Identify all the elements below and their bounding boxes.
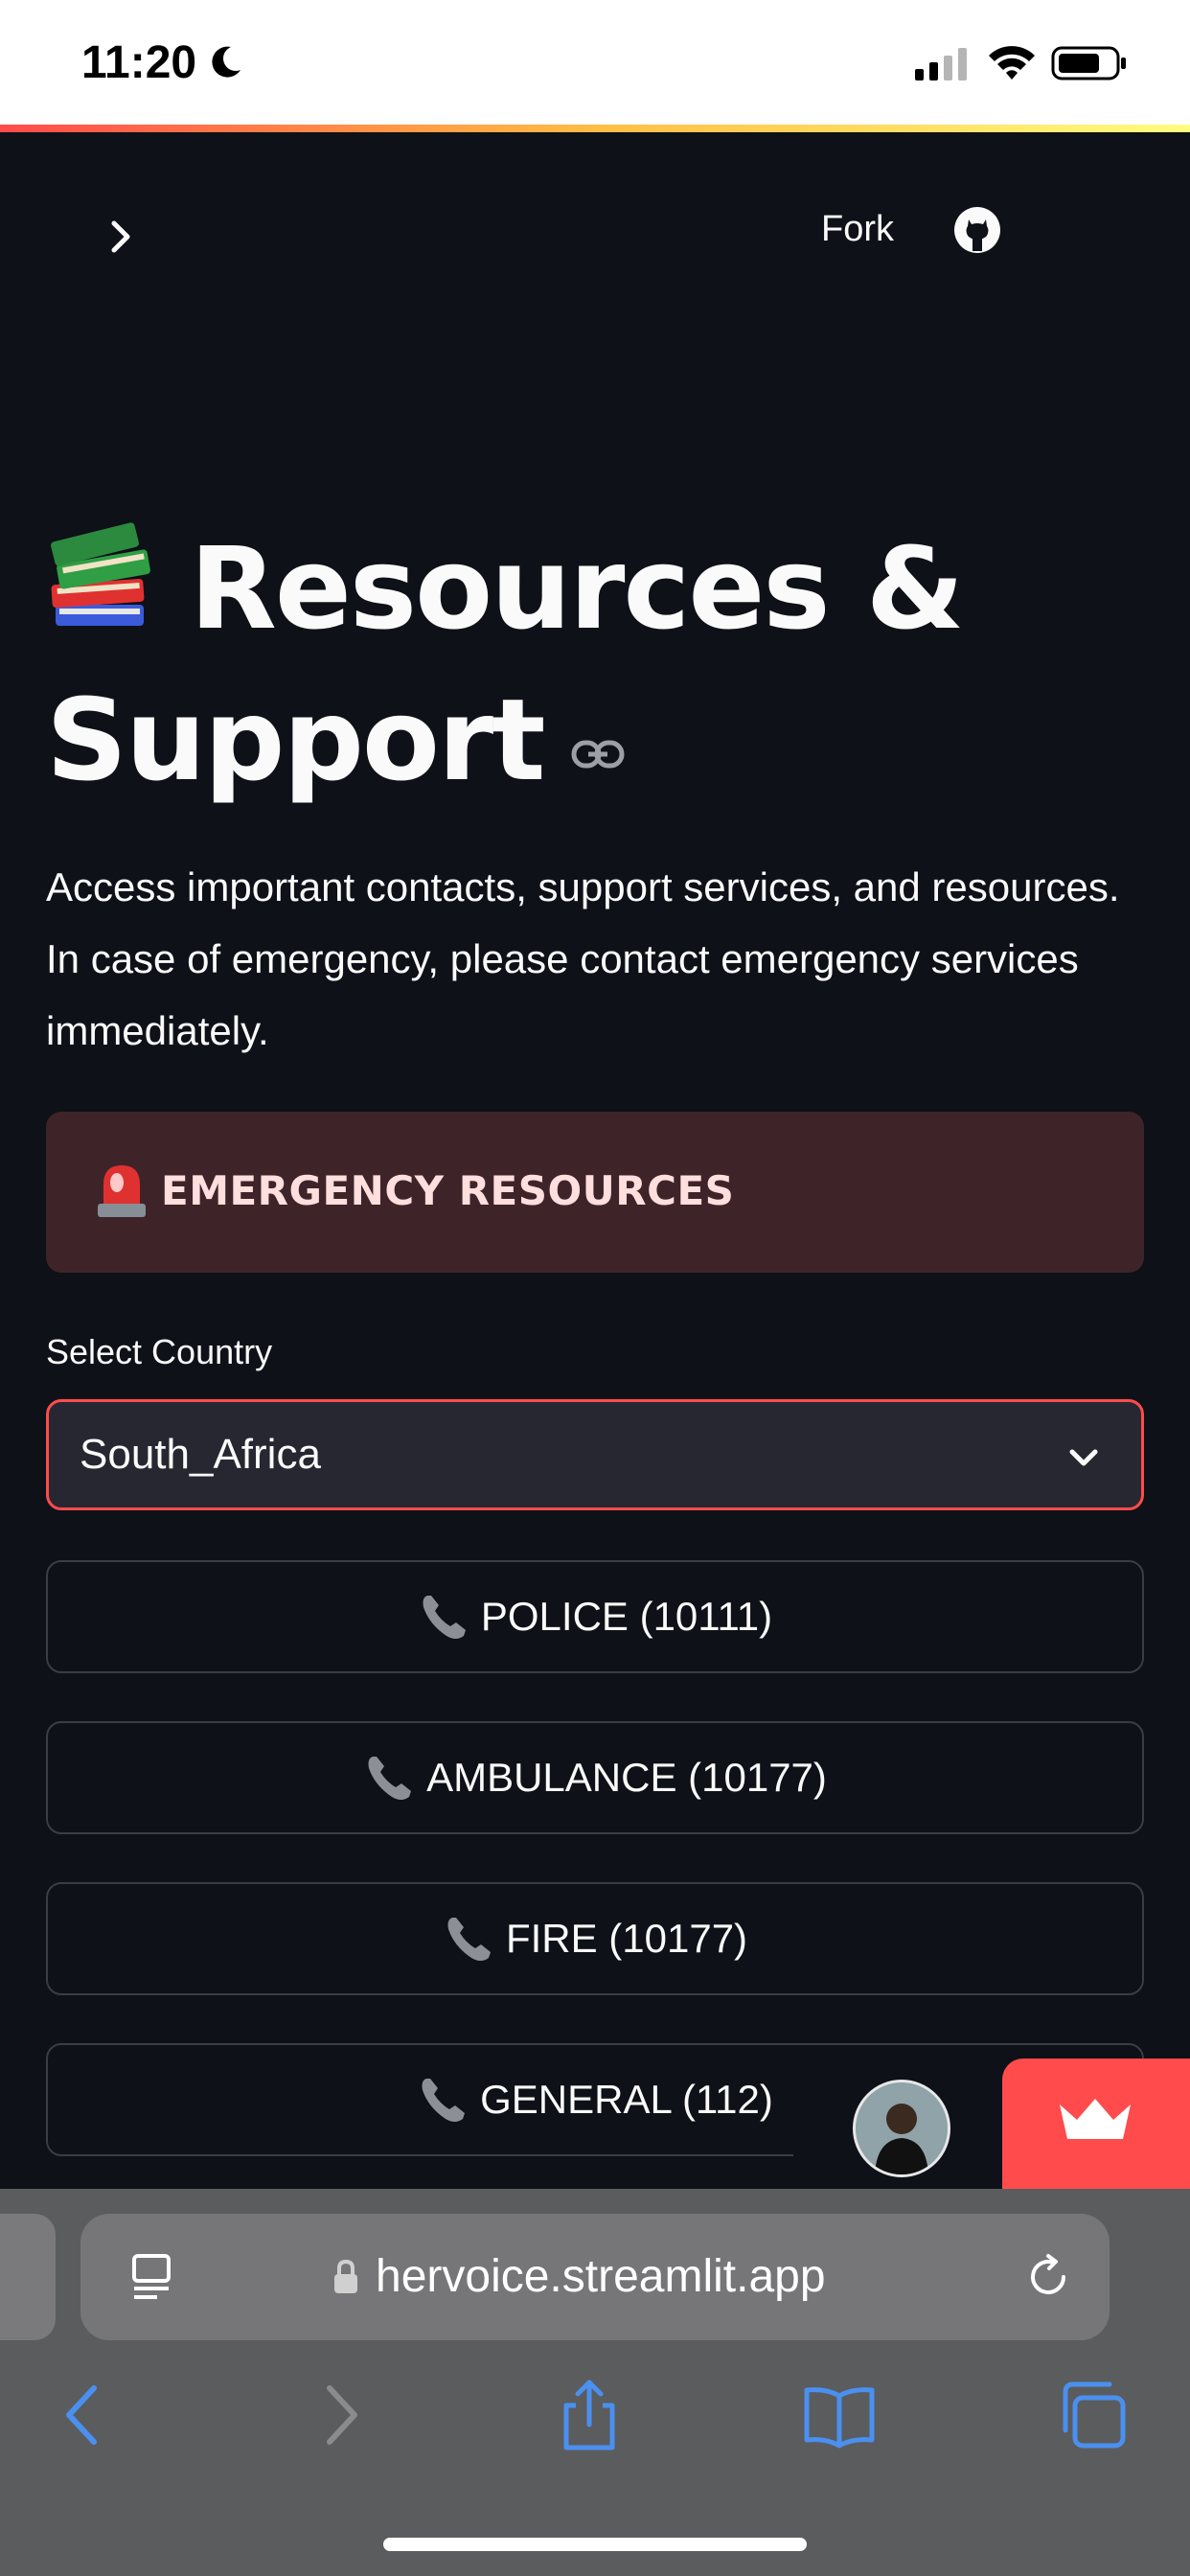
cellular-signal-icon: [915, 48, 967, 80]
battery-icon: [1051, 46, 1126, 80]
lock-icon: [334, 2259, 357, 2293]
moon-icon: [212, 46, 240, 78]
ambulance-button[interactable]: AMBULANCE (10177): [46, 1721, 1144, 1834]
previous-tab-preview[interactable]: [0, 2214, 56, 2340]
phone-icon: [422, 2079, 466, 2122]
header-decoration: [0, 125, 1190, 132]
streamlit-badge[interactable]: [1002, 2058, 1190, 2189]
books-icon: [51, 522, 150, 626]
police-button-label: POLICE (10111): [480, 1594, 773, 1639]
forward-icon[interactable]: [301, 2377, 378, 2453]
reader-mode-icon[interactable]: [128, 2252, 176, 2304]
general-button-label: GENERAL (112): [480, 2077, 773, 2122]
chevron-down-icon: [1069, 1449, 1098, 1466]
share-icon[interactable]: [551, 2377, 628, 2453]
fire-button-label: FIRE (10177): [505, 1916, 748, 1961]
status-time: 11:20: [81, 37, 197, 88]
fire-button[interactable]: FIRE (10177): [46, 1882, 1144, 1995]
status-bar: 11:20: [0, 0, 1190, 125]
tabs-icon[interactable]: [1054, 2377, 1131, 2453]
alert-text: EMERGENCY RESOURCES: [161, 1167, 735, 1214]
country-select-label: Select Country: [46, 1332, 273, 1371]
fork-button[interactable]: Fork: [821, 209, 894, 250]
page-title: Resources & Support: [46, 513, 1148, 816]
back-icon[interactable]: [46, 2377, 123, 2453]
siren-icon: [98, 1165, 146, 1217]
home-indicator: [383, 2538, 807, 2551]
url-text: hervoice.streamlit.app: [376, 2251, 826, 2302]
police-button[interactable]: POLICE (10111): [46, 1560, 1144, 1673]
github-icon[interactable]: [953, 206, 1001, 254]
intro-text: Access important contacts, support servi…: [46, 864, 1120, 1053]
wifi-icon: [989, 46, 1035, 80]
country-select[interactable]: South_Africa: [46, 1399, 1144, 1510]
bookmarks-icon[interactable]: [801, 2377, 878, 2453]
creator-avatar[interactable]: [853, 2080, 950, 2177]
phone-icon: [423, 1596, 466, 1639]
emergency-alert: EMERGENCY RESOURCES: [46, 1112, 1144, 1273]
ambulance-button-label: AMBULANCE (10177): [426, 1755, 827, 1800]
person-avatar-icon: [856, 2082, 948, 2174]
page-title-text: Resources & Support: [46, 522, 965, 806]
reload-icon[interactable]: [1023, 2252, 1073, 2302]
phone-icon: [368, 1757, 412, 1800]
sidebar-toggle-chevron-right-icon[interactable]: [101, 216, 143, 258]
phone-icon: [447, 1918, 491, 1961]
link-icon[interactable]: [571, 737, 625, 771]
country-select-value: South_Africa: [80, 1431, 321, 1478]
crown-icon: [1060, 2099, 1131, 2139]
address-bar[interactable]: hervoice.streamlit.app: [80, 2214, 1110, 2340]
